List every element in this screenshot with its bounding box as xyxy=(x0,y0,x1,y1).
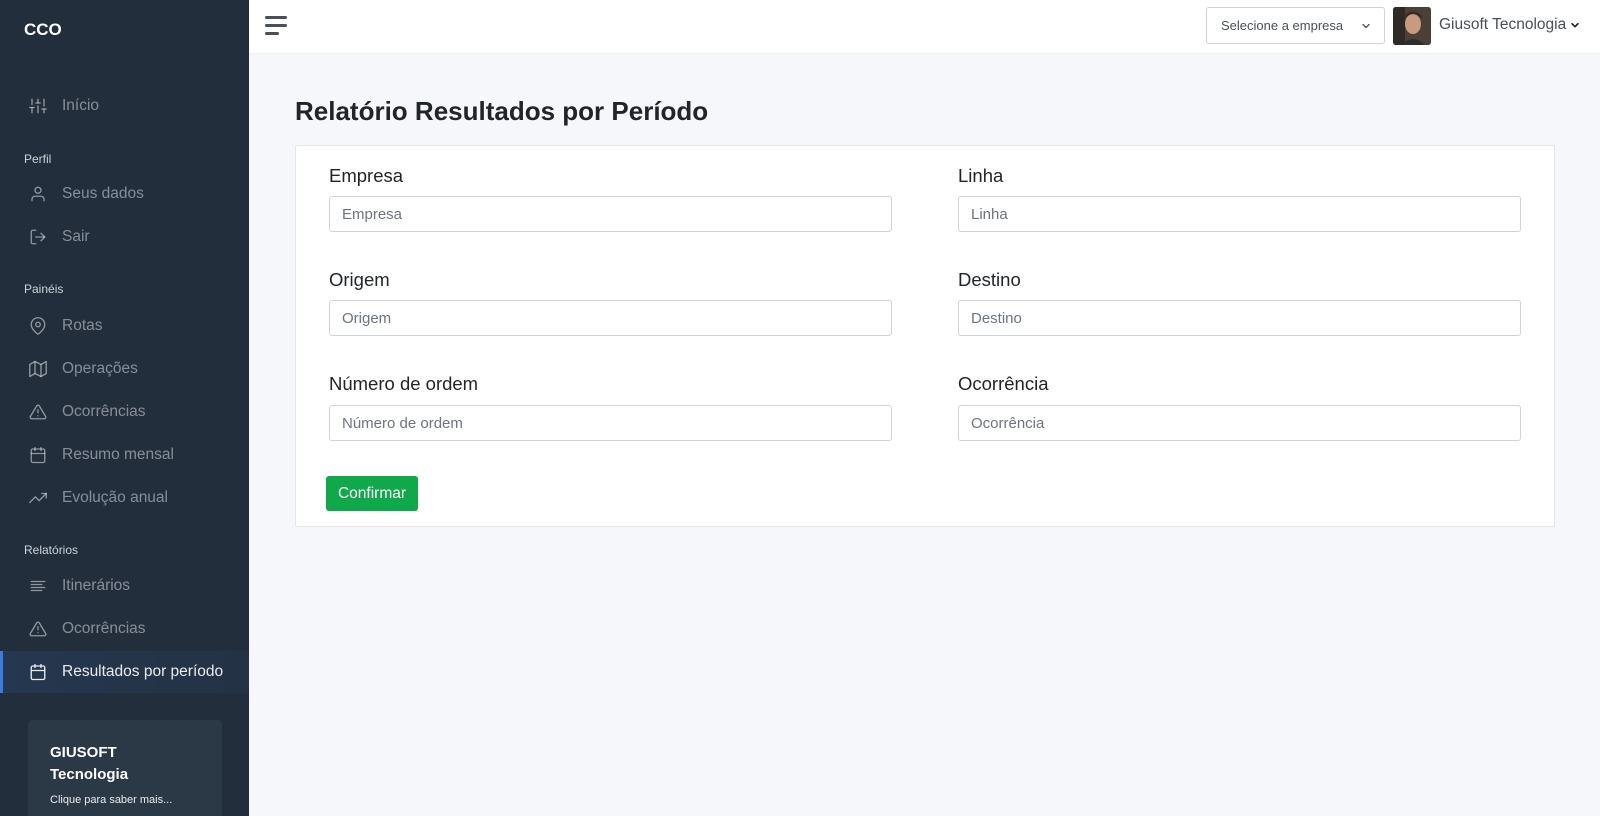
ocorrencia-input[interactable] xyxy=(958,405,1521,441)
sidebar-item-resultados-por-periodo[interactable]: Resultados por período xyxy=(0,651,249,693)
chevron-down-icon xyxy=(1571,22,1579,28)
destino-label: Destino xyxy=(958,269,1021,290)
sidebar-item-label: Evolução anual xyxy=(62,489,168,506)
sidebar-item-label: Resumo mensal xyxy=(62,446,174,463)
sidebar-item-rotas[interactable]: Rotas xyxy=(0,305,249,347)
alert-triangle-icon xyxy=(28,402,48,422)
linha-label: Linha xyxy=(958,165,1004,186)
origem-input[interactable] xyxy=(329,300,892,336)
destino-input[interactable] xyxy=(958,300,1521,336)
sidebar-item-operacoes[interactable]: Operações xyxy=(0,348,249,390)
calendar-icon xyxy=(28,662,48,682)
sidebar-item-ocorrencias-relatorio[interactable]: Ocorrências xyxy=(0,608,249,650)
ocorrencia-label: Ocorrência xyxy=(958,373,1049,394)
sidebar-item-seus-dados[interactable]: Seus dados xyxy=(0,173,249,215)
sidebar-item-inicio[interactable]: Início xyxy=(0,85,249,127)
sidebar-item-sair[interactable]: Sair xyxy=(0,216,249,258)
page-title: Relatório Resultados por Período xyxy=(295,96,708,127)
log-out-icon xyxy=(28,227,48,247)
sidebar-item-itinerarios[interactable]: Itinerários xyxy=(0,565,249,607)
sidebar-item-label: Itinerários xyxy=(62,577,131,594)
sidebar-item-label: Seus dados xyxy=(62,185,144,202)
alert-triangle-icon xyxy=(28,619,48,639)
empresa-input[interactable] xyxy=(329,196,892,232)
numero-ordem-label: Número de ordem xyxy=(329,373,479,394)
user-icon xyxy=(28,184,48,204)
origem-label: Origem xyxy=(329,269,390,290)
promo-title: GIUSOFT Tecnologia xyxy=(50,744,129,783)
user-name: Giusoft Tecnologia xyxy=(1439,16,1567,33)
avatar[interactable] xyxy=(1393,7,1431,45)
company-select-value: Selecione a empresa xyxy=(1221,18,1344,33)
sidebar-item-resumo-mensal[interactable]: Resumo mensal xyxy=(0,434,249,476)
sidebar-item-label: Ocorrências xyxy=(62,620,146,637)
sidebar-item-ocorrencias-painel[interactable]: Ocorrências xyxy=(0,391,249,433)
sidebar-item-label: Início xyxy=(62,97,100,114)
trending-up-icon xyxy=(28,488,48,508)
sidebar-section-relatorios: Relatórios xyxy=(24,543,79,557)
sidebar-item-evolucao-anual[interactable]: Evolução anual xyxy=(0,477,249,519)
sidebar-section-paineis: Painéis xyxy=(24,282,64,296)
promo-subtitle: Clique para saber mais... xyxy=(50,794,173,806)
report-filter-form: Empresa Linha Origem Destino Número de o… xyxy=(295,145,1555,527)
sliders-icon xyxy=(28,96,48,116)
sidebar-section-perfil: Perfil xyxy=(24,152,52,166)
sidebar-item-label: Sair xyxy=(62,228,90,245)
sidebar-item-label: Rotas xyxy=(62,317,103,334)
sidebar-item-label: Operações xyxy=(62,360,138,377)
user-menu[interactable]: Giusoft Tecnologia xyxy=(1439,16,1580,34)
linha-input[interactable] xyxy=(958,196,1521,232)
numero-ordem-input[interactable] xyxy=(329,405,892,441)
map-icon xyxy=(28,359,48,379)
page-title-rest: Resultados por Período xyxy=(414,96,709,126)
sidebar-item-label: Resultados por período xyxy=(62,663,224,680)
sidebar-item-label: Ocorrências xyxy=(62,403,146,420)
calendar-icon xyxy=(28,445,48,465)
map-pin-icon xyxy=(28,316,48,336)
menu-toggle-icon[interactable] xyxy=(265,16,287,36)
page-title-bold: Relatório xyxy=(295,96,408,126)
company-select[interactable]: Selecione a empresa xyxy=(1206,7,1385,44)
brand-logo[interactable]: CCO xyxy=(24,20,62,40)
confirm-button[interactable]: Confirmar xyxy=(326,476,418,511)
promo-card[interactable]: GIUSOFT Tecnologia Clique para saber mai… xyxy=(28,720,222,816)
sidebar: CCO Início Perfil Seus dados Sair Painéi… xyxy=(0,0,249,816)
chevron-down-icon xyxy=(1362,23,1370,29)
topbar: Selecione a empresa Giusoft Tecnologia xyxy=(249,0,1600,53)
align-left-icon xyxy=(28,576,48,596)
empresa-label: Empresa xyxy=(329,165,404,186)
